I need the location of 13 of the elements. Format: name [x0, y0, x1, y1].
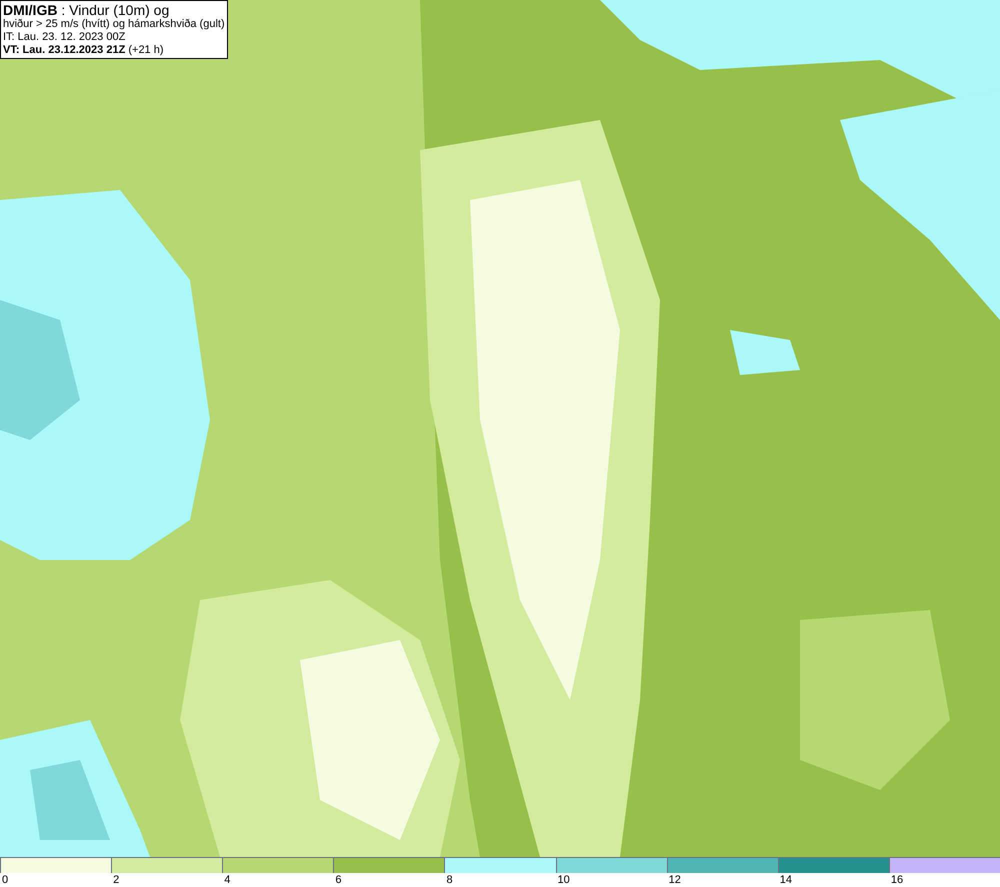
legend-label: 6 [334, 873, 342, 887]
legend-label: 4 [223, 873, 230, 887]
header-line: IT: Lau. 23. 12. 2023 00Z [3, 31, 126, 44]
legend-label: 2 [112, 873, 120, 887]
legend-label: 10 [556, 873, 570, 887]
legend-label: 16 [890, 873, 904, 887]
legend-label: 8 [445, 873, 453, 887]
header-line: hviður > 25 m/s (hvítt) og hámarkshviða (gult) [3, 18, 225, 31]
header-line: VT: Lau. 23.12.2023 21Z (+21 h) [3, 44, 165, 57]
legend-label: 12 [668, 873, 681, 887]
legend-label: 14 [778, 873, 792, 887]
header-line: DMI/IGB : Vindur (10m) og [3, 2, 170, 18]
legend-label: 0 [1, 873, 8, 887]
